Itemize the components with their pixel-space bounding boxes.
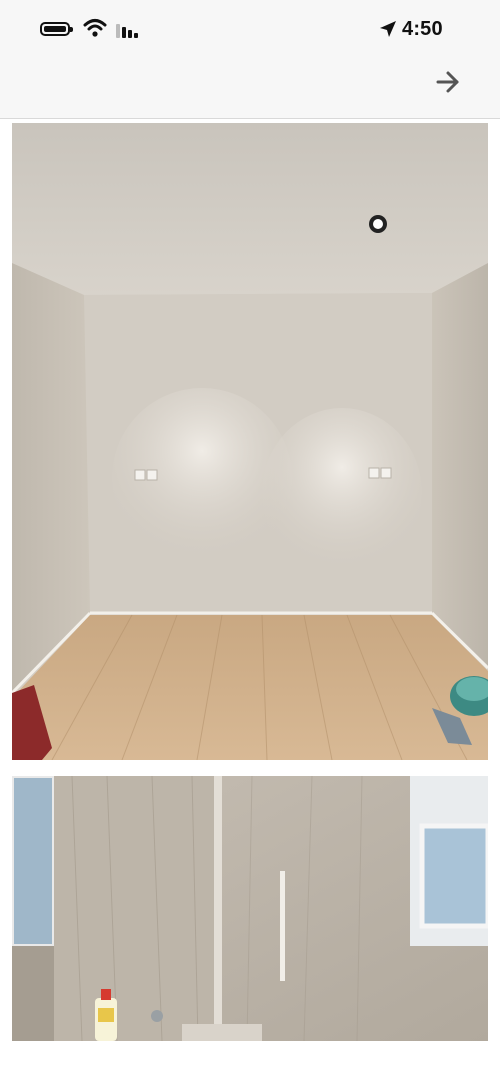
status-bar: 4:50 <box>0 0 500 58</box>
status-time: 4:50 <box>402 18 443 40</box>
battery-icon <box>40 22 73 36</box>
room-photo-image <box>12 123 488 760</box>
wifi-icon <box>83 19 107 37</box>
location-arrow-icon <box>380 21 396 37</box>
arrow-right-icon[interactable] <box>432 66 464 98</box>
bathroom-photo[interactable] <box>12 776 488 1041</box>
room-photo[interactable] <box>12 123 488 760</box>
bathroom-photo-image <box>12 776 488 1041</box>
nav-bar <box>0 58 500 119</box>
signal-icon <box>116 22 142 38</box>
